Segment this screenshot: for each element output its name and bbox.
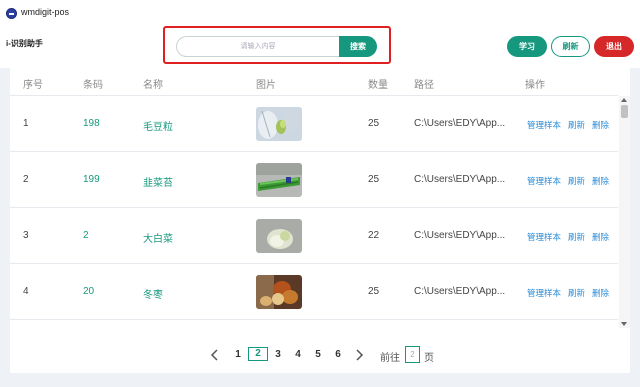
row-barcode: 198: [83, 118, 100, 129]
sample-table: 序号 条码 名称 图片 数量 路径 操作 1 198 毛豆粒 25 C:\Use…: [10, 68, 630, 373]
learn-button[interactable]: 学习: [507, 36, 547, 57]
column-header-quantity: 数量: [368, 80, 388, 91]
table-scrollbar[interactable]: [619, 96, 630, 328]
row-path: C:\Users\EDY\App...: [414, 286, 506, 297]
page-6[interactable]: 6: [328, 349, 348, 360]
row-refresh-link[interactable]: 刷新: [568, 175, 585, 187]
delete-link[interactable]: 删除: [592, 119, 609, 131]
table-header: 序号 条码 名称 图片 数量 路径 操作: [10, 68, 618, 96]
row-index: 4: [23, 286, 29, 297]
row-name: 韭菜苔: [143, 178, 173, 189]
row-thumbnail: [256, 275, 302, 309]
row-name: 冬枣: [143, 290, 163, 301]
brand-title: i-识别助手: [6, 39, 43, 48]
row-quantity: 25: [368, 174, 380, 185]
row-refresh-link[interactable]: 刷新: [568, 287, 585, 299]
page-3[interactable]: 3: [268, 349, 288, 360]
manage-samples-link[interactable]: 管理样本: [527, 175, 561, 187]
row-index: 3: [23, 230, 29, 241]
manage-samples-link[interactable]: 管理样本: [527, 287, 561, 299]
row-index: 1: [23, 118, 29, 129]
row-thumbnail: [256, 163, 302, 197]
search-input[interactable]: [176, 36, 339, 57]
row-name: 大白菜: [143, 234, 173, 245]
delete-link[interactable]: 删除: [592, 287, 609, 299]
table-row: 4 20 冬枣 25 C:\Users\EDY\App... 管理样本 刷新 删…: [10, 264, 618, 320]
manage-samples-link[interactable]: 管理样本: [527, 119, 561, 131]
page-1[interactable]: 1: [228, 349, 248, 360]
refresh-button[interactable]: 刷新: [551, 36, 590, 57]
row-quantity: 22: [368, 230, 380, 241]
row-barcode: 199: [83, 174, 100, 185]
row-quantity: 25: [368, 286, 380, 297]
row-thumbnail: [256, 219, 302, 253]
pagination: 1 2 3 4 5 6 前往 页: [10, 346, 630, 366]
row-thumbnail: [256, 107, 302, 141]
goto-unit: 页: [424, 353, 434, 364]
manage-samples-link[interactable]: 管理样本: [527, 231, 561, 243]
goto-page-input[interactable]: [405, 346, 420, 363]
page-2-current[interactable]: 2: [248, 347, 268, 361]
exit-button[interactable]: 退出: [594, 36, 634, 57]
column-header-path: 路径: [414, 80, 434, 91]
search-area: 搜索: [163, 26, 391, 64]
row-index: 2: [23, 174, 29, 185]
search-button[interactable]: 搜索: [339, 36, 377, 57]
column-header-actions: 操作: [525, 80, 545, 91]
window-title: wmdigit-pos: [21, 7, 70, 17]
previous-page-icon[interactable]: [210, 348, 220, 365]
row-barcode: 2: [83, 230, 89, 241]
scroll-down-arrow-icon[interactable]: [621, 322, 627, 326]
column-header-image: 图片: [256, 80, 276, 91]
delete-link[interactable]: 删除: [592, 231, 609, 243]
scroll-thumb[interactable]: [621, 105, 628, 118]
delete-link[interactable]: 删除: [592, 175, 609, 187]
table-row: 2 199 韭菜苔 25 C:\Users\EDY\App... 管理样本 刷新…: [10, 152, 618, 208]
row-quantity: 25: [368, 118, 380, 129]
scroll-up-arrow-icon[interactable]: [621, 98, 627, 102]
row-refresh-link[interactable]: 刷新: [568, 231, 585, 243]
next-page-icon[interactable]: [354, 348, 364, 365]
row-refresh-link[interactable]: 刷新: [568, 119, 585, 131]
column-header-index: 序号: [23, 80, 43, 91]
table-row: 3 2 大白菜 22 C:\Users\EDY\App... 管理样本 刷新 删…: [10, 208, 618, 264]
row-name: 毛豆粒: [143, 122, 173, 133]
row-path: C:\Users\EDY\App...: [414, 174, 506, 185]
title-bar: wmdigit-pos: [0, 0, 640, 26]
column-header-name: 名称: [143, 80, 163, 91]
row-path: C:\Users\EDY\App...: [414, 118, 506, 129]
column-header-barcode: 条码: [83, 80, 103, 91]
app-logo-icon: [6, 8, 17, 19]
header: i-识别助手 搜索 学习 刷新 退出: [0, 26, 640, 68]
page-4[interactable]: 4: [288, 349, 308, 360]
table-row: 1 198 毛豆粒 25 C:\Users\EDY\App... 管理样本 刷新…: [10, 96, 618, 152]
goto-label: 前往: [380, 353, 400, 364]
page-5[interactable]: 5: [308, 349, 328, 360]
row-path: C:\Users\EDY\App...: [414, 230, 506, 241]
row-barcode: 20: [83, 286, 95, 297]
